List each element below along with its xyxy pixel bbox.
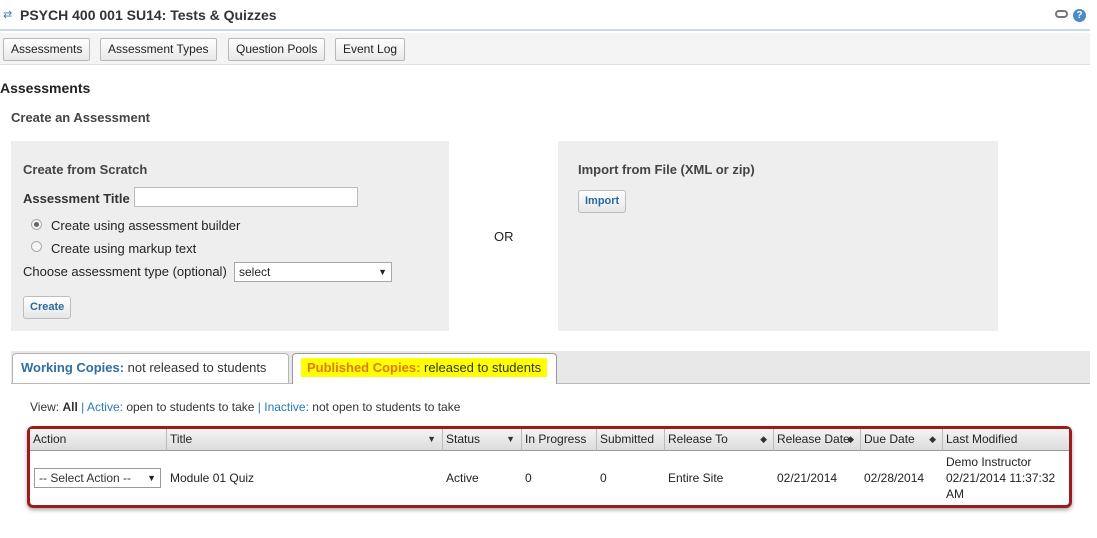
help-icon[interactable]: ? <box>1073 9 1086 22</box>
row-modified-by: Demo Instructor <box>946 455 1032 469</box>
published-tab-highlight: Published Copies: released to students <box>301 358 548 377</box>
chevron-down-icon: ▼ <box>378 267 387 277</box>
import-panel-title: Import from File (XML or zip) <box>578 162 755 177</box>
published-tab-desc: released to students <box>424 360 542 375</box>
markup-radio[interactable] <box>31 241 42 252</box>
col-header-last-modified-label: Last Modified <box>946 432 1018 446</box>
published-tab-strong: Published Copies: <box>307 360 421 375</box>
col-header-action: Action <box>30 429 167 451</box>
col-header-due-date[interactable]: Due Date ◆ <box>861 429 943 451</box>
sort-down-icon: ▼ <box>427 434 436 444</box>
working-tab-strong: Working Copies: <box>21 360 125 375</box>
col-header-in-progress-label: In Progress <box>525 432 587 446</box>
builder-radio[interactable] <box>31 219 42 230</box>
section-heading: Assessments <box>0 80 91 96</box>
tab-working-copies[interactable]: Working Copies: not released to students <box>12 353 289 383</box>
col-header-status-label: Status <box>446 432 481 446</box>
refresh-arrows-icon: ⇄ <box>3 9 13 21</box>
assessment-type-value: select <box>239 265 271 279</box>
col-header-title[interactable]: Title ▼ <box>167 429 443 451</box>
row-submitted: 0 <box>600 471 607 485</box>
col-header-release-to[interactable]: Release To ◆ <box>665 429 774 451</box>
view-inactive-link[interactable]: Inactive: <box>264 400 309 414</box>
assessment-type-label: Choose assessment type (optional) <box>23 264 227 279</box>
nav-assessment-types-button[interactable]: Assessment Types <box>100 38 217 61</box>
col-header-due-date-label: Due Date <box>864 432 915 446</box>
col-header-last-modified: Last Modified <box>943 429 1069 451</box>
create-panel-title: Create from Scratch <box>23 162 148 177</box>
sort-arrows-icon: ◆ <box>847 434 854 444</box>
nav-question-pools-button[interactable]: Question Pools <box>228 38 326 61</box>
col-header-title-label: Title <box>170 432 193 446</box>
sort-arrows-icon: ◆ <box>760 434 767 444</box>
tab-published-copies[interactable]: Published Copies: released to students <box>292 353 557 384</box>
row-release-to: Entire Site <box>668 471 724 485</box>
nav-event-log-button[interactable]: Event Log <box>335 38 406 61</box>
assessment-title-label: Assessment Title <box>23 191 130 206</box>
sort-arrows-icon: ◆ <box>929 434 936 444</box>
col-header-release-date[interactable]: Release Date ◆ <box>774 429 861 451</box>
col-header-in-progress: In Progress <box>522 429 597 451</box>
link-icon[interactable] <box>1055 10 1068 18</box>
chevron-down-icon: ▼ <box>147 473 156 483</box>
col-header-submitted-label: Submitted <box>600 432 655 446</box>
sort-down-icon: ▼ <box>506 434 515 444</box>
assessment-type-select[interactable]: select ▼ <box>234 262 392 282</box>
create-assessment-heading: Create an Assessment <box>11 110 150 125</box>
row-action-value: -- Select Action -- <box>39 471 132 485</box>
nav-assessments-button[interactable]: Assessments <box>3 38 91 61</box>
create-button[interactable]: Create <box>23 296 72 319</box>
col-header-status[interactable]: Status ▼ <box>443 429 522 451</box>
col-header-action-label: Action <box>33 432 67 446</box>
view-prefix: View: <box>30 400 60 414</box>
row-action-select[interactable]: -- Select Action -- ▼ <box>34 468 161 488</box>
col-header-release-to-label: Release To <box>668 432 728 446</box>
view-sep-2: | <box>257 400 261 414</box>
view-inactive-desc: not open to students to take <box>312 400 461 414</box>
row-modified-ampm: AM <box>946 487 964 501</box>
builder-radio-label: Create using assessment builder <box>51 218 241 233</box>
assessment-title-input[interactable] <box>134 187 358 207</box>
row-status: Active <box>446 471 479 485</box>
view-all-link[interactable]: All <box>62 400 77 414</box>
markup-radio-label: Create using markup text <box>51 241 197 256</box>
or-separator: OR <box>494 229 514 244</box>
view-filter: View: All | Active: open to students to … <box>30 400 460 414</box>
row-in-progress: 0 <box>525 471 532 485</box>
page-title: PSYCH 400 001 SU14: Tests & Quizzes <box>20 7 277 23</box>
row-release-date: 02/21/2014 <box>777 471 838 485</box>
working-tab-desc: not released to students <box>127 360 267 375</box>
view-active-desc: open to students to take <box>126 400 255 414</box>
import-button[interactable]: Import <box>578 190 627 213</box>
view-active-link[interactable]: Active: <box>87 400 123 414</box>
col-header-submitted: Submitted <box>597 429 665 451</box>
row-due-date: 02/28/2014 <box>864 471 925 485</box>
col-header-release-date-label: Release Date <box>777 432 850 446</box>
row-modified-date: 02/21/2014 11:37:32 <box>946 471 1056 485</box>
row-title[interactable]: Module 01 Quiz <box>170 471 254 485</box>
view-sep-1: | <box>81 400 85 414</box>
